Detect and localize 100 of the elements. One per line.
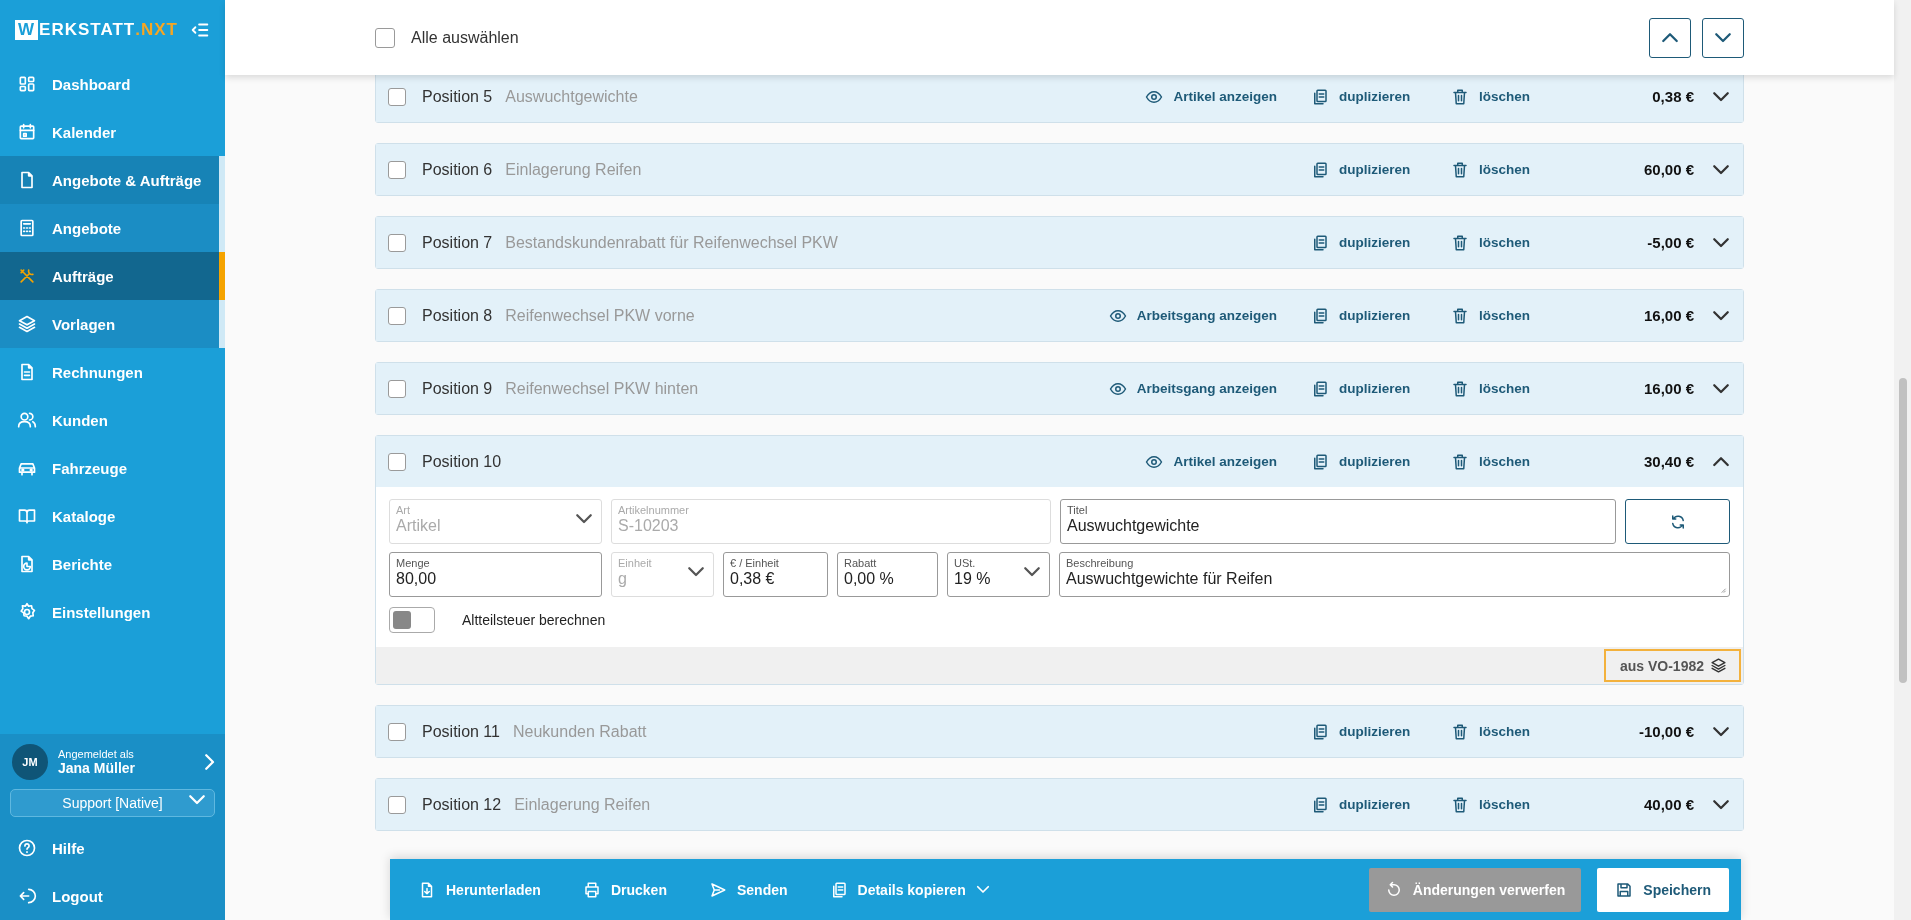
source-tag[interactable]: aus VO-1982	[1603, 649, 1741, 682]
view-link[interactable]: Arbeitsgang anzeigen	[1108, 379, 1277, 398]
position-total: 40,00 €	[1642, 796, 1694, 813]
view-link[interactable]: Arbeitsgang anzeigen	[1108, 306, 1277, 325]
delete-link[interactable]: löschen	[1451, 87, 1535, 106]
nav-item[interactable]: Hilfe	[0, 824, 225, 872]
chevron-down-icon	[1712, 163, 1730, 176]
user-caption: Angemeldet als	[58, 748, 135, 760]
expand-toggle[interactable]	[1712, 725, 1730, 738]
chevron-down-icon	[1712, 236, 1730, 249]
book-icon	[17, 506, 37, 526]
checkbox[interactable]	[388, 160, 406, 179]
expand-toggle[interactable]	[1712, 309, 1730, 322]
copy-icon	[1311, 233, 1329, 252]
duplicate-link[interactable]: duplizieren	[1311, 795, 1417, 814]
position-total: 60,00 €	[1642, 161, 1694, 178]
copy-icon	[1311, 795, 1329, 814]
settings-icon	[17, 602, 37, 622]
app-logo: W ERKSTATT.NXT	[15, 20, 178, 40]
duplicate-link[interactable]: duplizieren	[1311, 87, 1417, 106]
checkbox[interactable]	[388, 452, 406, 471]
delete-link[interactable]: löschen	[1451, 722, 1535, 741]
position-total: 0,38 €	[1651, 88, 1694, 105]
save-button[interactable]: Speichern	[1597, 867, 1729, 912]
scrollbar[interactable]	[1894, 0, 1911, 920]
send-icon	[708, 880, 727, 899]
duplicate-link[interactable]: duplizieren	[1311, 452, 1417, 471]
checkbox[interactable]	[388, 87, 406, 106]
delete-link[interactable]: löschen	[1451, 379, 1535, 398]
duplicate-link[interactable]: duplizieren	[1311, 379, 1417, 398]
expand-toggle[interactable]	[1712, 455, 1730, 468]
select-all-label: Alle auswählen	[411, 28, 519, 47]
delete-link[interactable]: löschen	[1451, 306, 1535, 325]
position-label: Position 9	[422, 379, 493, 398]
position-total: -5,00 €	[1646, 234, 1694, 251]
scroll-down-button[interactable]	[1702, 17, 1744, 58]
users-icon	[17, 410, 37, 430]
delete-link[interactable]: löschen	[1451, 233, 1535, 252]
delete-link[interactable]: löschen	[1451, 452, 1535, 471]
checkbox[interactable]	[388, 722, 406, 741]
expand-toggle[interactable]	[1712, 798, 1730, 811]
chevron-down-icon	[1712, 90, 1730, 103]
checkbox[interactable]	[388, 233, 406, 252]
nav-item[interactable]: Angebote & Aufträge	[0, 156, 225, 204]
tools-icon	[17, 266, 37, 286]
expand-toggle[interactable]	[1712, 382, 1730, 395]
text-area[interactable]: Beschreibung Auswuchtgewichte für Reifen	[1059, 552, 1730, 597]
select-field[interactable]: USt. 19 %	[947, 552, 1050, 597]
help-icon	[17, 838, 37, 858]
view-link[interactable]: Artikel anzeigen	[1145, 452, 1277, 471]
layers-icon	[1710, 657, 1727, 674]
position-label: Position 8	[422, 306, 493, 325]
position-label: Position 11	[422, 722, 500, 741]
checkbox[interactable]	[388, 379, 406, 398]
calculator-icon	[17, 218, 37, 238]
trash-icon	[1451, 160, 1469, 179]
duplicate-link[interactable]: duplizieren	[1311, 306, 1417, 325]
duplicate-link[interactable]: duplizieren	[1311, 233, 1417, 252]
input-field[interactable]: € / Einheit 0,38 €	[723, 552, 828, 597]
trash-icon	[1451, 306, 1469, 325]
checkbox[interactable]	[388, 795, 406, 814]
position-title: Reifenwechsel PKW vorne	[505, 306, 695, 325]
expand-toggle[interactable]	[1712, 90, 1730, 103]
nav-item[interactable]: Logout	[0, 872, 225, 920]
toggle-switch[interactable]	[389, 607, 435, 633]
position-total: 16,00 €	[1642, 380, 1694, 397]
chevron-down-icon	[1712, 382, 1730, 395]
position-label: Position 10	[422, 452, 502, 471]
copy-icon	[1311, 87, 1329, 106]
user-profile[interactable]: JM Angemeldet als Jana Müller	[10, 744, 215, 780]
input-field[interactable]: Rabatt 0,00 %	[837, 552, 938, 597]
position-title: Bestandskundenrabatt für Reifenwechsel PKW	[505, 233, 838, 252]
nav-item[interactable]: Aufträge	[0, 252, 225, 300]
delete-link[interactable]: löschen	[1451, 795, 1535, 814]
layers-icon	[17, 314, 37, 334]
position-total: -10,00 €	[1637, 723, 1694, 740]
expand-toggle[interactable]	[1712, 236, 1730, 249]
dashboard-icon	[17, 74, 37, 94]
chevron-up-icon	[1712, 455, 1730, 468]
input-field[interactable]: Titel Auswuchtgewichte	[1060, 499, 1616, 544]
nav-item[interactable]: Vorlagen	[0, 300, 225, 348]
printer-icon	[582, 880, 601, 899]
scroll-up-button[interactable]	[1649, 17, 1691, 58]
view-link[interactable]: Artikel anzeigen	[1145, 87, 1277, 106]
calendar-icon	[17, 122, 37, 142]
trash-icon	[1451, 795, 1469, 814]
trash-icon	[1451, 379, 1469, 398]
delete-link[interactable]: löschen	[1451, 160, 1535, 179]
expand-toggle[interactable]	[1712, 163, 1730, 176]
duplicate-link[interactable]: duplizieren	[1311, 160, 1417, 179]
position-title: Einlagerung Reifen	[505, 160, 642, 179]
select-all-checkbox[interactable]	[375, 27, 395, 48]
refresh-button[interactable]	[1625, 499, 1730, 544]
checkbox[interactable]	[388, 306, 406, 325]
position-label: Position 12	[422, 795, 502, 814]
duplicate-link[interactable]: duplizieren	[1311, 722, 1417, 741]
input-field[interactable]: Menge 80,00	[389, 552, 602, 597]
copy-icon	[1311, 722, 1329, 741]
position-label: Position 7	[422, 233, 493, 252]
nav-item[interactable]: Angebote	[0, 204, 225, 252]
